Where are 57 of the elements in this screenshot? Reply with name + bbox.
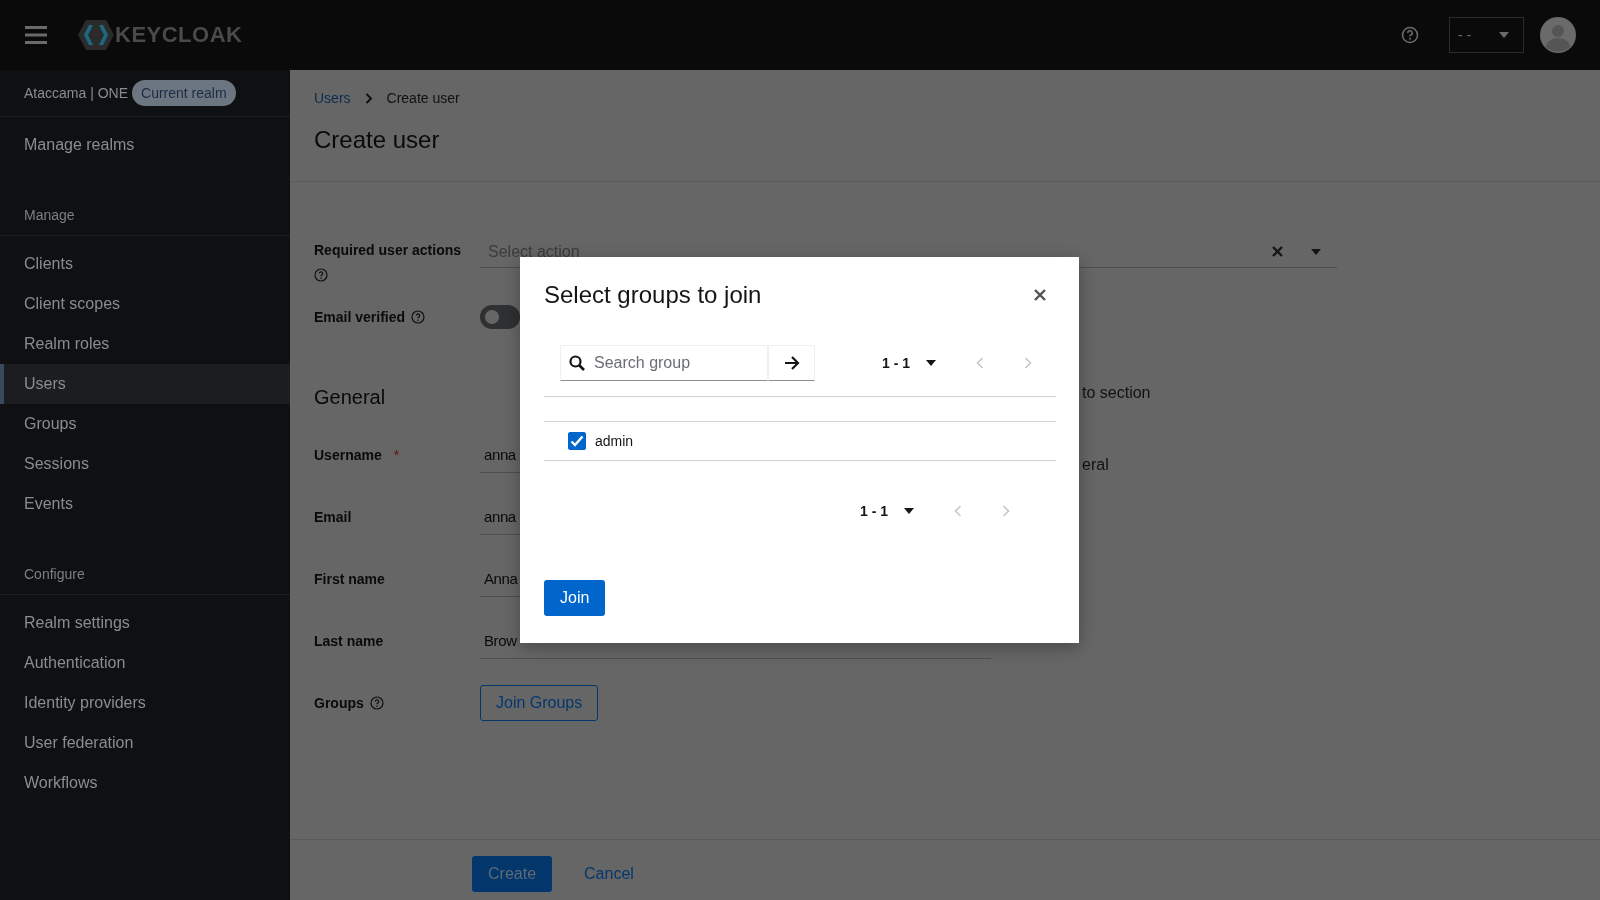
modal-title: Select groups to join: [544, 281, 762, 309]
field-label: Required user actions: [314, 242, 462, 258]
section-heading: General: [314, 386, 386, 410]
field-label: First name: [314, 571, 385, 587]
sidebar-item[interactable]: Sessions: [0, 444, 290, 484]
sidebar-item[interactable]: Authentication: [0, 643, 290, 683]
help-icon[interactable]: [369, 696, 384, 710]
search-submit-button[interactable]: [768, 345, 815, 381]
sidebar-item[interactable]: Workflows: [0, 763, 290, 803]
sidebar-heading: Configure: [0, 554, 290, 595]
sidebar-item[interactable]: Groups: [0, 404, 290, 444]
search-icon: [569, 355, 585, 371]
sidebar-item[interactable]: Users: [0, 364, 290, 404]
toggle-switch[interactable]: [480, 305, 520, 329]
caret-icon: [926, 360, 936, 366]
page-title: Create user: [314, 126, 441, 154]
sidebar-item[interactable]: Realm settings: [0, 603, 290, 643]
sidebar-heading: Manage: [0, 195, 290, 236]
sidebar-item[interactable]: Identity providers: [0, 683, 290, 723]
menu-icon[interactable]: [25, 26, 47, 44]
caret-icon: [1499, 32, 1509, 38]
field-label: Last name: [314, 633, 384, 649]
realm-badge: Current realm: [132, 80, 236, 106]
sidebar-item[interactable]: Clients: [0, 244, 290, 284]
help-icon[interactable]: [411, 310, 426, 324]
jump-link[interactable]: to section: [1082, 384, 1151, 456]
clear-icon[interactable]: [1272, 246, 1283, 257]
pagination-dropdown[interactable]: 1 - 1: [882, 355, 936, 371]
field-label: Email verified: [314, 309, 406, 325]
help-icon[interactable]: [1401, 26, 1419, 44]
arrow-right-icon: [783, 356, 800, 370]
join-button[interactable]: Join: [544, 580, 606, 616]
jump-link[interactable]: eral: [1082, 456, 1151, 528]
caret-icon: [904, 508, 914, 514]
pagination-dropdown[interactable]: 1 - 1: [860, 503, 914, 519]
realm-name: Ataccama | ONE: [24, 85, 128, 101]
breadcrumb-current: Create user: [386, 90, 460, 106]
sidebar-item[interactable]: Client scopes: [0, 284, 290, 324]
user-menu-dropdown[interactable]: - -: [1449, 17, 1524, 53]
help-icon[interactable]: [314, 268, 328, 282]
field-label: Email: [314, 509, 352, 525]
field-label: Groups: [314, 695, 364, 711]
search-field[interactable]: Search group: [560, 345, 768, 381]
checkbox[interactable]: [568, 432, 586, 450]
avatar-icon[interactable]: [1540, 17, 1576, 53]
logo-text: KEYCLOAK: [115, 22, 243, 48]
required-mark: *: [393, 447, 400, 463]
chevron-right-icon: [364, 92, 373, 104]
group-name: admin: [595, 433, 634, 449]
close-icon[interactable]: [1034, 289, 1046, 301]
logo-icon: [77, 19, 115, 51]
sidebar-item[interactable]: Manage realms: [0, 125, 290, 165]
caret-icon: [1311, 248, 1321, 255]
sidebar-item[interactable]: Events: [0, 484, 290, 524]
sidebar-item[interactable]: Realm roles: [0, 324, 290, 364]
sidebar-item[interactable]: User federation: [0, 723, 290, 763]
field-label: Username: [314, 447, 382, 463]
